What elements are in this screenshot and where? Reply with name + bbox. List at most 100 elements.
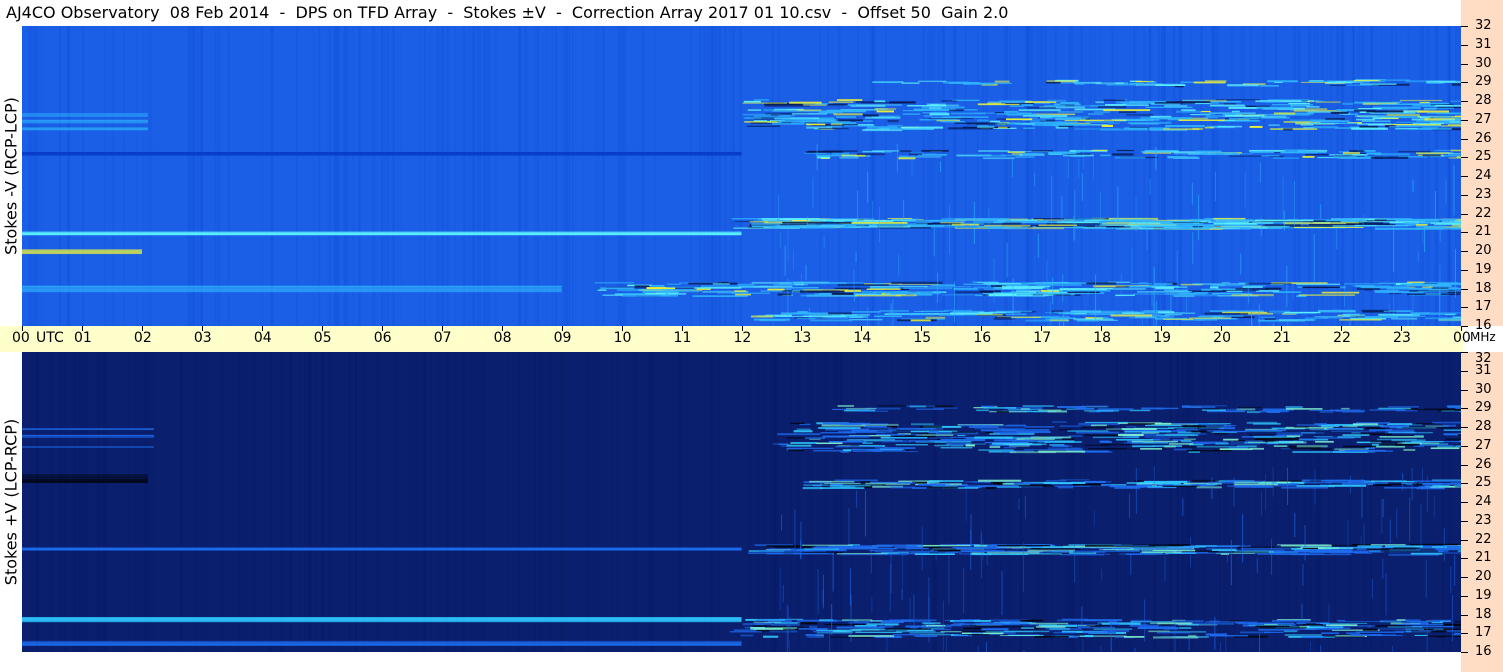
emission-streak	[932, 407, 958, 409]
emission-band	[22, 286, 562, 288]
emission-streak	[1384, 486, 1431, 489]
emission-streak	[1325, 219, 1367, 222]
emission-band	[22, 474, 148, 477]
noise-column	[1287, 352, 1291, 652]
emission-streak	[1434, 223, 1461, 226]
noise-column	[739, 26, 742, 326]
emission-streak	[1209, 104, 1245, 107]
emission-streak	[1435, 548, 1461, 551]
emission-streak	[1397, 125, 1420, 127]
emission-column	[1155, 301, 1157, 326]
emission-streak	[954, 634, 973, 637]
noise-column	[179, 352, 183, 652]
emission-streak	[1391, 439, 1426, 442]
emission-streak	[1183, 438, 1196, 441]
emission-streak	[1147, 81, 1157, 84]
emission-streak	[819, 427, 856, 429]
noise-column	[1303, 352, 1306, 652]
emission-streak	[1084, 444, 1110, 446]
emission-streak	[1327, 427, 1358, 430]
emission-streak	[1288, 102, 1310, 105]
noise-column	[318, 26, 321, 326]
emission-streak	[1379, 436, 1424, 438]
freq-tick-mark	[1461, 307, 1468, 309]
emission-column	[817, 569, 819, 614]
noise-column	[1309, 352, 1312, 652]
emission-streak	[1285, 426, 1334, 429]
emission-column	[1051, 175, 1053, 225]
emission-streak	[928, 626, 952, 628]
noise-column	[724, 26, 727, 326]
noise-column	[797, 352, 800, 652]
emission-column	[1082, 147, 1084, 170]
bottom-spectrogram-svg	[22, 352, 1461, 652]
emission-streak	[1262, 115, 1287, 118]
freq-tick-label: 29	[1475, 400, 1492, 416]
emission-streak	[970, 553, 1029, 556]
time-tick-label: 20	[1213, 330, 1231, 346]
emission-streak	[1163, 318, 1194, 320]
emission-streak	[1297, 318, 1316, 321]
emission-streak	[866, 288, 901, 290]
emission-streak	[796, 428, 811, 430]
emission-streak	[865, 116, 901, 119]
emission-column	[812, 177, 814, 209]
emission-column	[787, 220, 789, 263]
noise-column	[545, 352, 548, 652]
emission-streak	[1386, 218, 1457, 221]
emission-streak	[1249, 125, 1263, 128]
noise-column	[348, 352, 351, 652]
emission-streak	[1228, 155, 1262, 157]
freq-tick-label: 21	[1475, 550, 1492, 566]
emission-streak	[712, 282, 730, 285]
emission-column	[1078, 158, 1080, 178]
emission-column	[977, 646, 979, 652]
emission-streak	[1225, 99, 1261, 101]
noise-column	[359, 26, 361, 326]
emission-streak	[1043, 116, 1089, 119]
emission-streak	[973, 220, 1048, 223]
emission-streak	[1023, 127, 1036, 129]
time-tick-label: 12	[733, 330, 752, 346]
emission-streak	[790, 442, 818, 444]
emission-streak	[1329, 84, 1346, 86]
noise-column	[587, 352, 590, 652]
emission-streak	[753, 628, 767, 630]
emission-streak	[862, 442, 873, 444]
emission-streak	[731, 292, 770, 294]
noise-column	[1111, 26, 1114, 326]
emission-streak	[818, 127, 849, 130]
noise-column	[1407, 26, 1410, 326]
emission-streak	[1092, 436, 1140, 439]
emission-streak	[1163, 128, 1186, 131]
noise-column	[923, 26, 926, 326]
emission-streak	[1073, 318, 1114, 321]
freq-tick-label: 18	[1475, 606, 1492, 622]
emission-band	[22, 435, 154, 437]
noise-column	[1071, 26, 1074, 326]
freq-tick-mark	[1461, 251, 1468, 252]
emission-streak	[1412, 483, 1423, 486]
emission-streak	[1412, 123, 1444, 125]
emission-streak	[1450, 482, 1461, 484]
noise-column	[436, 26, 440, 326]
emission-column	[896, 143, 898, 172]
noise-column	[827, 26, 829, 326]
emission-streak	[1337, 436, 1361, 438]
freq-tick-label: 23	[1475, 512, 1492, 528]
freq-tick-label: 22	[1475, 531, 1492, 547]
emission-streak	[1356, 316, 1391, 318]
noise-column	[252, 352, 256, 652]
emission-column	[800, 273, 802, 291]
emission-streak	[1362, 628, 1378, 631]
emission-streak	[999, 432, 1018, 435]
emission-column	[1155, 147, 1157, 168]
noise-column	[507, 352, 509, 652]
emission-streak	[1196, 486, 1222, 489]
emission-streak	[1413, 480, 1461, 482]
emission-column	[1242, 514, 1244, 563]
noise-column	[949, 352, 952, 652]
time-axis: 00 01 02 03 04 05 06 07 08 09 10 11 12 13 14 15 16 17 18 19…	[0, 326, 1496, 352]
freq-tick-label: 30	[1475, 55, 1492, 71]
noise-column	[1124, 352, 1127, 652]
